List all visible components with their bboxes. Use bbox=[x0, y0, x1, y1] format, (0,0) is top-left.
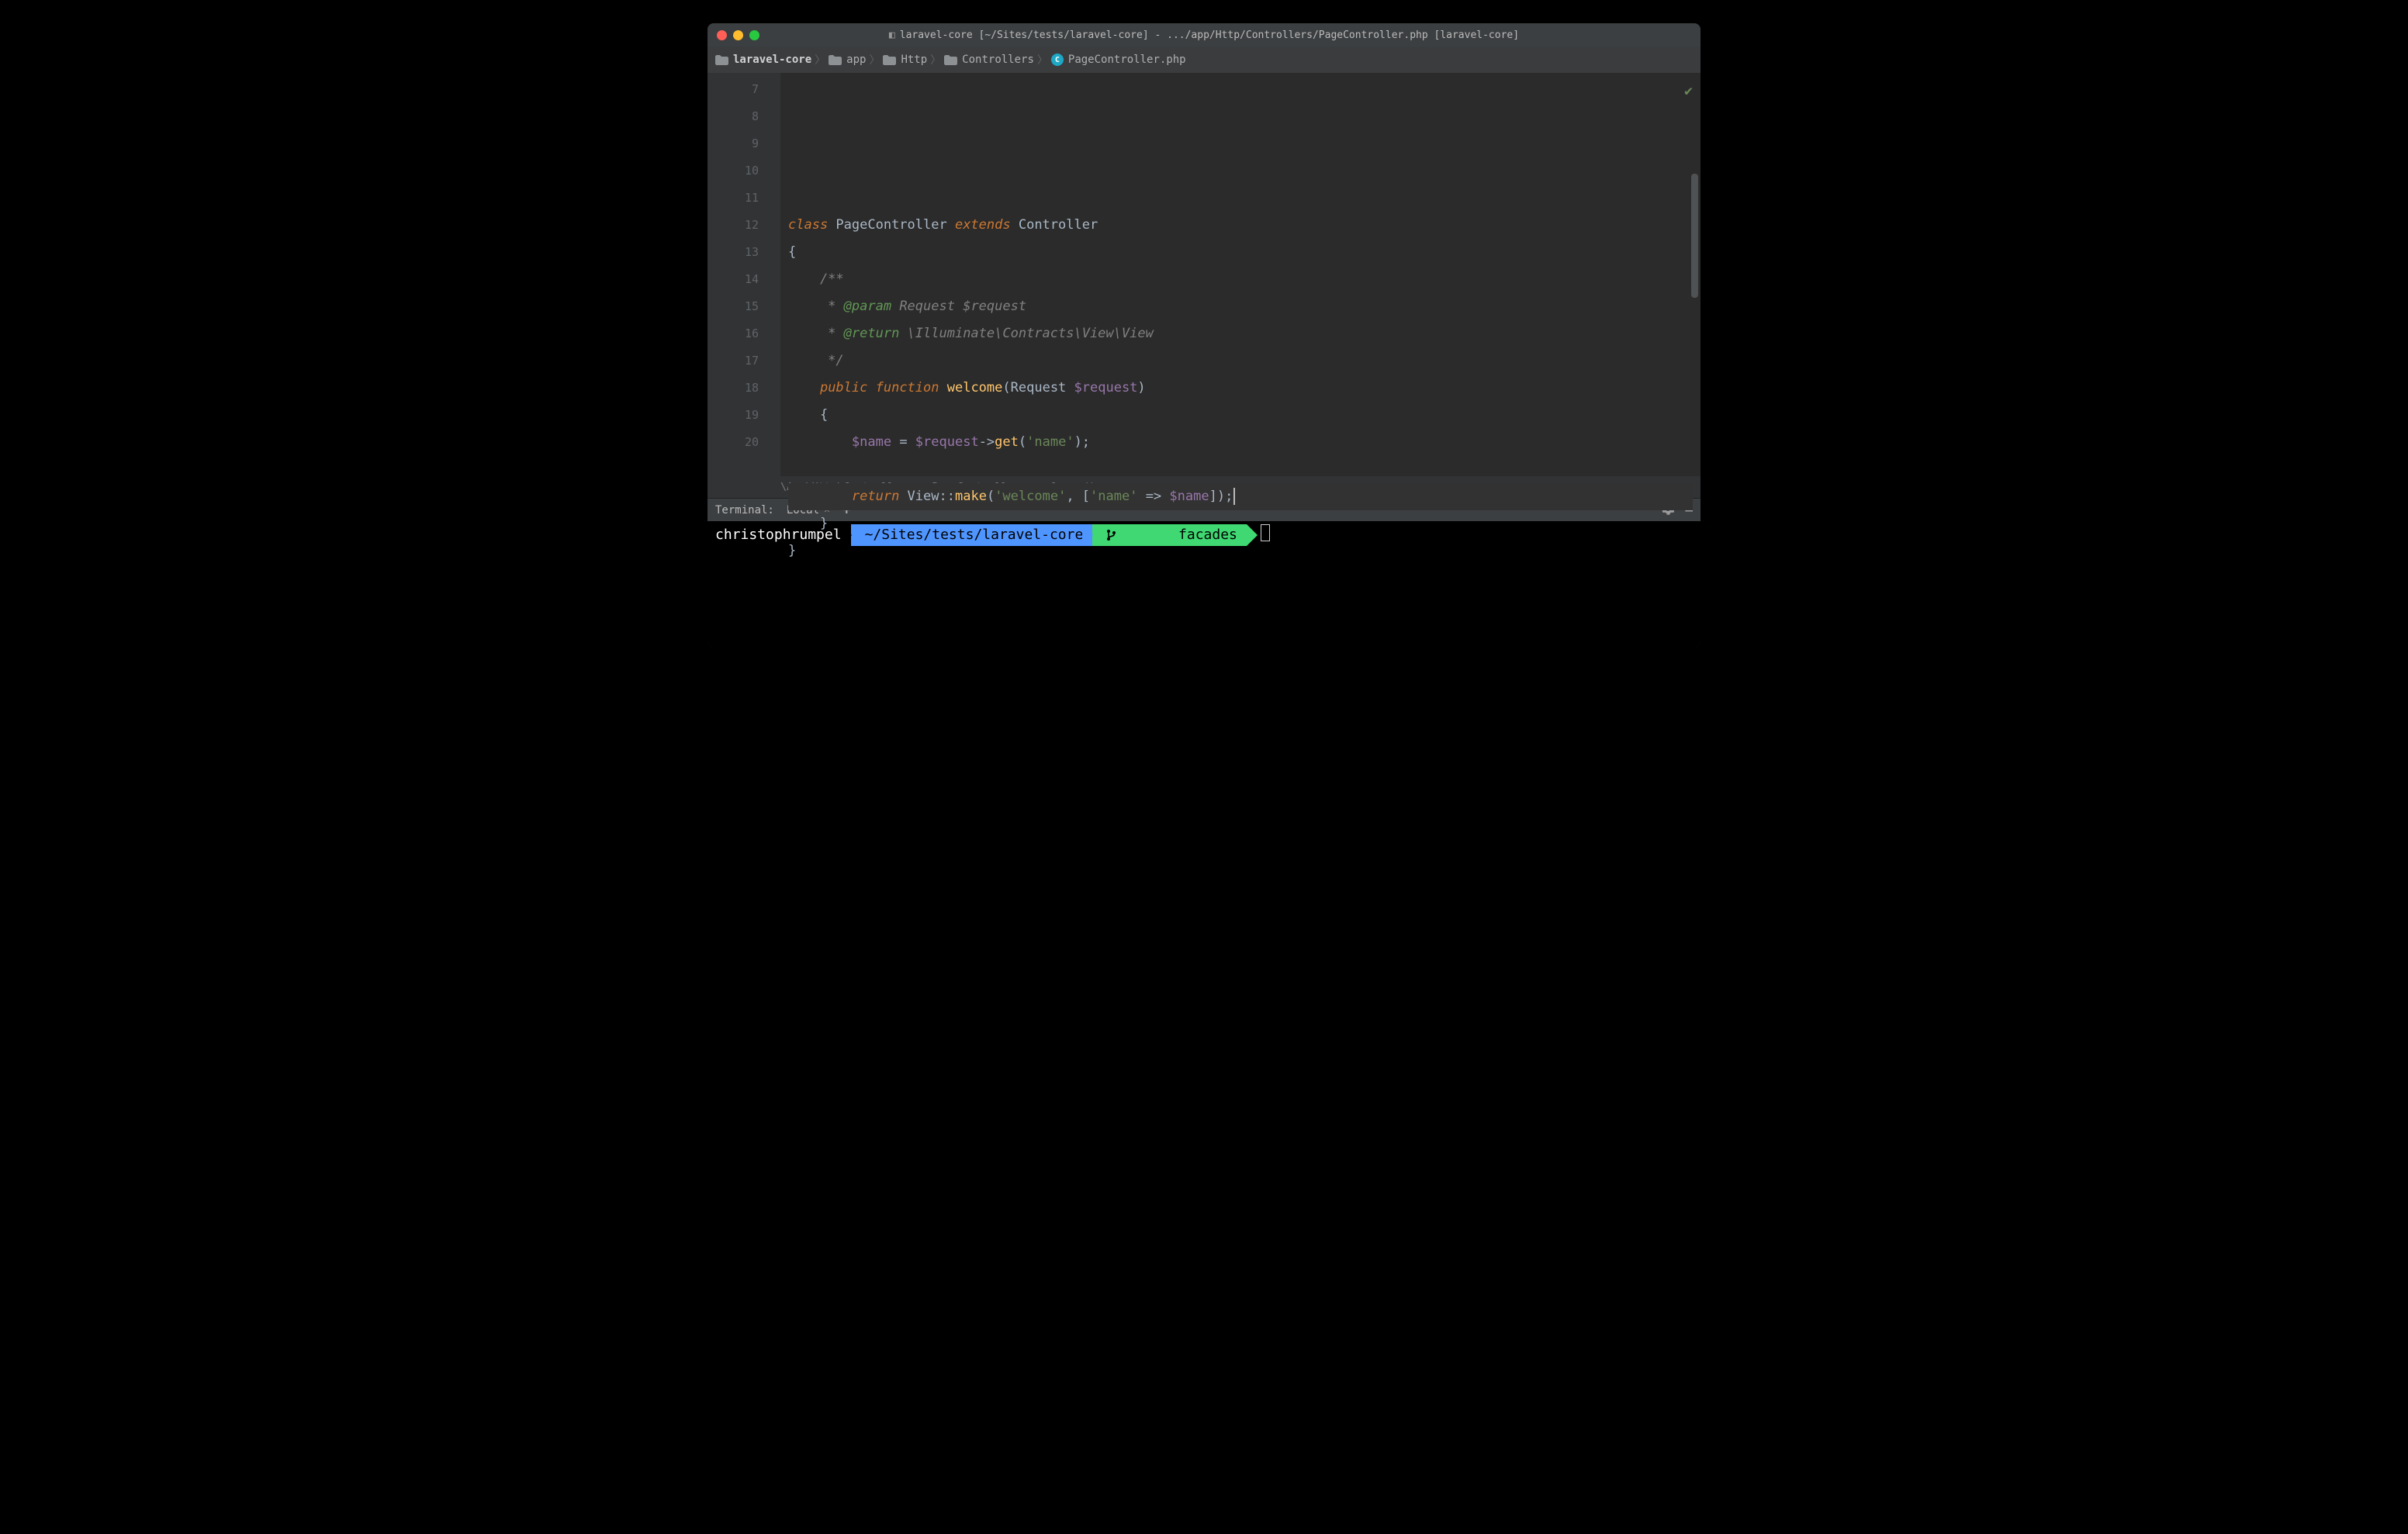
gutter: 7891011121314151617181920 bbox=[708, 73, 770, 476]
line-number: 13 bbox=[714, 239, 759, 266]
folder-icon bbox=[883, 55, 896, 65]
app-icon: ◧ bbox=[889, 29, 895, 41]
close-window-button[interactable] bbox=[717, 30, 727, 40]
titlebar: ◧laravel-core [~/Sites/tests/laravel-cor… bbox=[708, 23, 1700, 47]
line-number: 12 bbox=[714, 212, 759, 239]
prompt-branch: facades bbox=[1092, 524, 1247, 546]
line-number: 17 bbox=[714, 347, 759, 375]
line-number: 9 bbox=[714, 130, 759, 157]
line-number: 8 bbox=[714, 103, 759, 130]
caret bbox=[1233, 488, 1235, 505]
code-line[interactable]: { bbox=[788, 402, 1693, 429]
breadcrumb-label: Http bbox=[901, 54, 927, 66]
folder-icon bbox=[829, 55, 842, 65]
line-number: 10 bbox=[714, 157, 759, 185]
chevron-right-icon: 〉 bbox=[1037, 52, 1048, 67]
line-number: 15 bbox=[714, 293, 759, 320]
breadcrumb-item-root[interactable]: laravel-core bbox=[715, 54, 811, 66]
code-line[interactable]: $name = $request->get('name'); bbox=[788, 429, 1693, 456]
folder-icon bbox=[944, 55, 957, 65]
code-line[interactable]: class PageController extends Controller bbox=[788, 212, 1693, 239]
chevron-right-icon: 〉 bbox=[869, 52, 880, 67]
fold-column bbox=[770, 73, 780, 476]
line-number: 7 bbox=[714, 76, 759, 103]
breadcrumb-item-file[interactable]: C PageController.php bbox=[1051, 54, 1186, 66]
line-number: 14 bbox=[714, 266, 759, 293]
breadcrumb-label: laravel-core bbox=[733, 54, 811, 66]
prompt-user: christophrumpel bbox=[711, 524, 851, 546]
minimize-window-button[interactable] bbox=[733, 30, 743, 40]
inspection-ok-icon: ✔ bbox=[1684, 78, 1693, 105]
code-line[interactable]: * @param Request $request bbox=[788, 293, 1693, 320]
code-line[interactable]: */ bbox=[788, 347, 1693, 375]
zoom-window-button[interactable] bbox=[749, 30, 759, 40]
ide-window: ◧laravel-core [~/Sites/tests/laravel-cor… bbox=[708, 23, 1700, 647]
prompt-path: ~/Sites/tests/laravel-core bbox=[851, 524, 1093, 546]
code-line[interactable] bbox=[788, 185, 1693, 212]
line-number: 11 bbox=[714, 185, 759, 212]
breadcrumb-label: PageController.php bbox=[1068, 54, 1186, 66]
chevron-right-icon: 〉 bbox=[815, 52, 825, 67]
breadcrumb: laravel-core 〉 app 〉 Http 〉 Controllers … bbox=[708, 47, 1700, 73]
code-line[interactable]: * @return \Illuminate\Contracts\View\Vie… bbox=[788, 320, 1693, 347]
window-title: ◧laravel-core [~/Sites/tests/laravel-cor… bbox=[708, 29, 1700, 41]
terminal-title: Terminal: bbox=[715, 504, 774, 517]
code-line[interactable]: /** bbox=[788, 266, 1693, 293]
editor[interactable]: 7891011121314151617181920 ✔ class PageCo… bbox=[708, 73, 1700, 476]
breadcrumb-label: app bbox=[846, 54, 866, 66]
code-area[interactable]: ✔ class PageController extends Controlle… bbox=[780, 73, 1700, 476]
code-line[interactable] bbox=[788, 456, 1693, 483]
line-number: 20 bbox=[714, 429, 759, 456]
traffic-lights bbox=[708, 30, 759, 40]
breadcrumb-item-http[interactable]: Http bbox=[883, 54, 927, 66]
line-number: 19 bbox=[714, 402, 759, 429]
folder-icon bbox=[715, 55, 728, 65]
breadcrumb-label: Controllers bbox=[962, 54, 1034, 66]
class-file-icon: C bbox=[1051, 54, 1064, 66]
code-line[interactable]: return View::make('welcome', ['name' => … bbox=[788, 483, 1693, 510]
code-line[interactable]: { bbox=[788, 239, 1693, 266]
line-number: 16 bbox=[714, 320, 759, 347]
line-number: 18 bbox=[714, 375, 759, 402]
breadcrumb-item-controllers[interactable]: Controllers bbox=[944, 54, 1034, 66]
code-line[interactable]: public function welcome(Request $request… bbox=[788, 375, 1693, 402]
chevron-right-icon: 〉 bbox=[930, 52, 941, 67]
breadcrumb-item-app[interactable]: app bbox=[829, 54, 866, 66]
